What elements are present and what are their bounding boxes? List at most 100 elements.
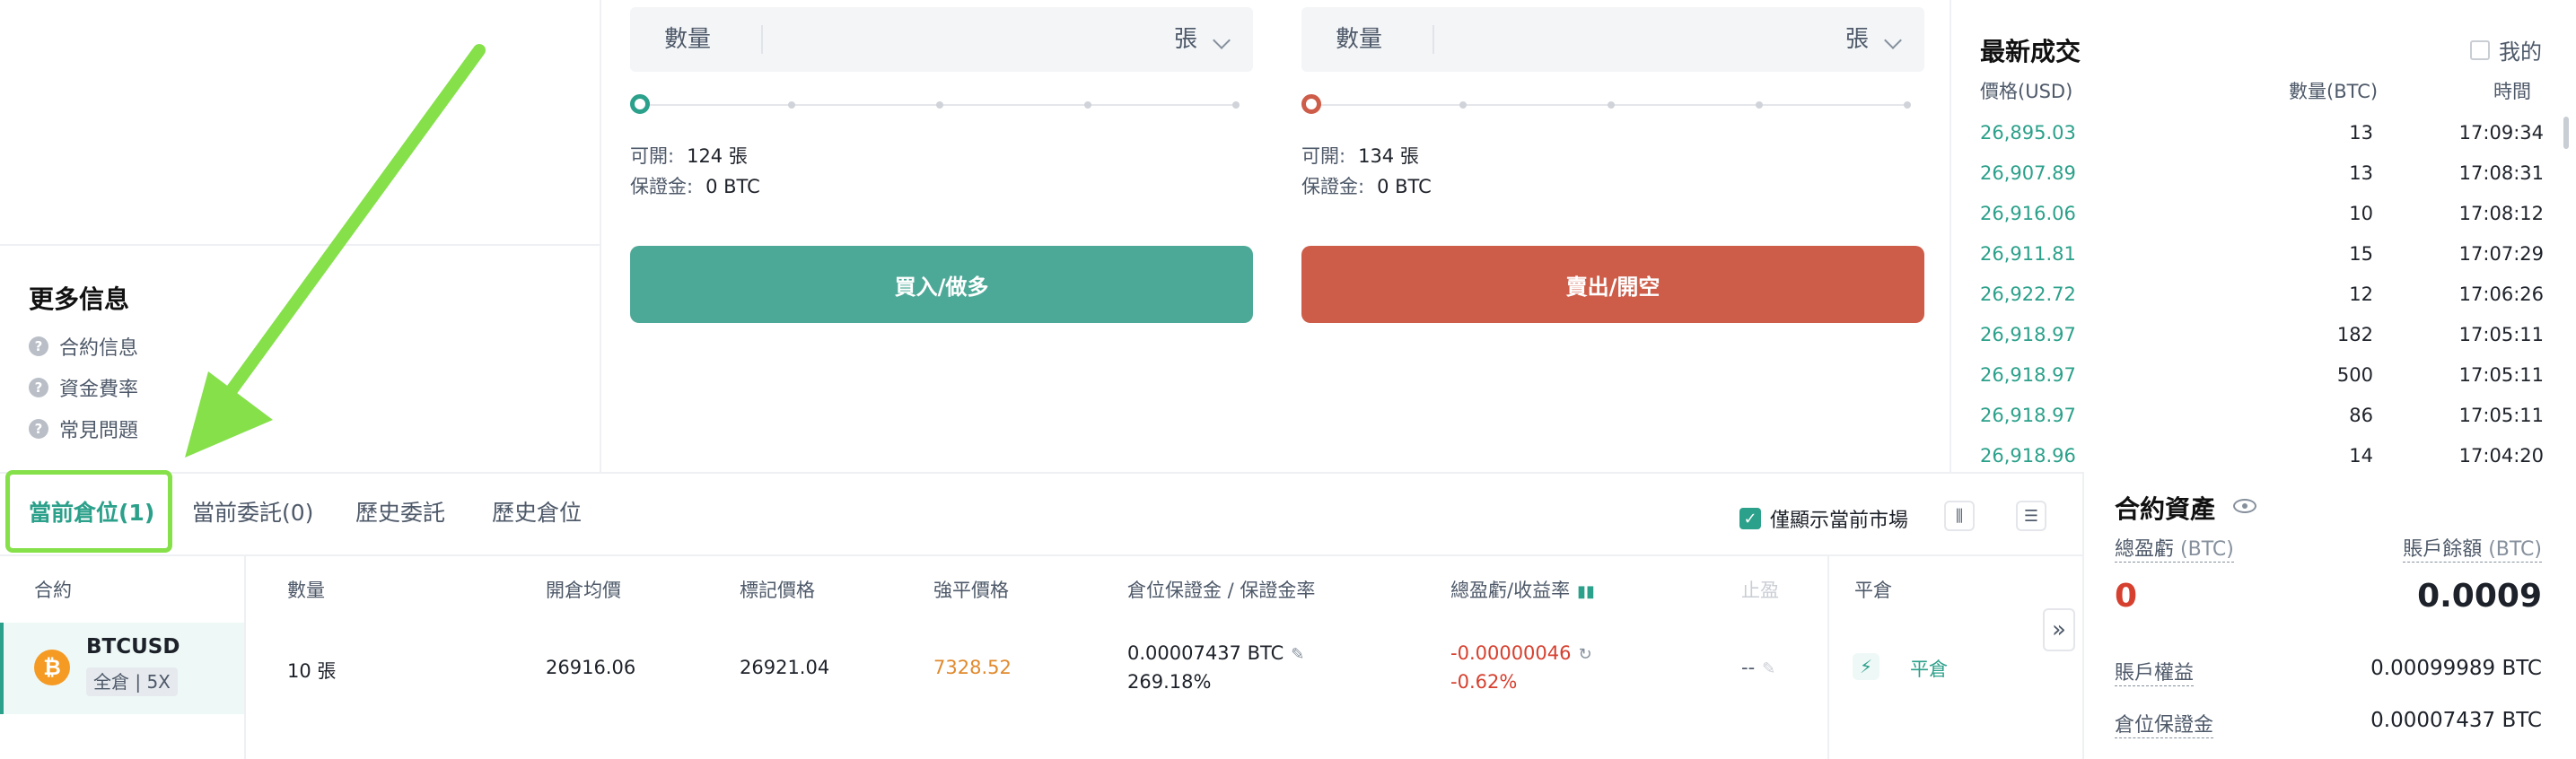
available-value: 134 張 [1358, 145, 1419, 167]
margin-mode-tag[interactable]: 全倉 | 5X [86, 667, 178, 696]
latest-trades-title: 最新成交 [1980, 37, 2081, 66]
col-contract: 合約 [34, 580, 72, 601]
slider-tick[interactable] [1904, 101, 1911, 109]
close-position-button[interactable]: 平倉 [1910, 655, 1948, 682]
divider [0, 554, 2082, 556]
sell-short-button[interactable]: 賣出/開空 [1301, 246, 1924, 323]
expand-columns-button[interactable]: » [2043, 608, 2075, 651]
account-equity-label: 賬戶權益 [2115, 657, 2195, 686]
bitcoin-icon: ₿ [34, 650, 70, 685]
annotation-highlight-box [5, 470, 172, 553]
trade-price: 26,922.72 [1980, 284, 2076, 305]
trade-price: 26,916.06 [1980, 203, 2076, 224]
tab-position-history[interactable]: 歷史倉位 [492, 472, 582, 554]
col-liq-price: 強平價格 [933, 580, 1009, 601]
link-label: 常見問題 [59, 420, 139, 442]
more-info-panel: 更多信息 ? 合約信息 ? 資金費率 ? 常見問題 [0, 246, 601, 474]
trade-qty: 15 [2349, 243, 2373, 265]
faq-link[interactable]: ? 常見問題 [29, 414, 138, 443]
position-symbol-cell[interactable]: ₿ BTCUSD 全倉 | 5X [0, 623, 244, 714]
trade-price: 26,895.03 [1980, 122, 2076, 144]
slider-handle[interactable] [630, 94, 650, 114]
trade-qty: 182 [2336, 324, 2373, 345]
edit-icon[interactable]: ✎ [1762, 659, 1775, 678]
trade-price: 26,918.96 [1980, 445, 2076, 467]
buy-leverage-slider[interactable] [630, 93, 1246, 117]
quantity-label: 數量 [1336, 26, 1383, 53]
check-icon[interactable]: ✓ [1739, 508, 1761, 529]
bar-chart-icon[interactable]: ▮▮ [1577, 582, 1595, 601]
unit-select[interactable]: 張 [1845, 7, 1869, 72]
label-text: 賬戶餘額 [2403, 538, 2483, 561]
position-margin-value: 0.00007437 BTC [2370, 709, 2542, 732]
eye-icon[interactable] [2233, 499, 2256, 513]
buy-long-button[interactable]: 買入/做多 [630, 246, 1253, 323]
contract-info-link[interactable]: ? 合約信息 [29, 332, 138, 361]
slider-tick[interactable] [936, 101, 943, 109]
trade-qty: 12 [2349, 284, 2373, 305]
trade-price: 26,918.97 [1980, 364, 2076, 386]
trade-row: 26,916.06 10 17:08:12 [1980, 194, 2544, 234]
slider-tick[interactable] [1232, 101, 1240, 109]
slider-handle[interactable] [1301, 94, 1321, 114]
chevron-down-icon[interactable] [1213, 31, 1231, 49]
checkbox-icon[interactable] [2470, 39, 2490, 60]
trade-time: 17:05:11 [2458, 364, 2544, 386]
position-pnl-rate: -0.62% [1450, 671, 1518, 693]
slider-tick[interactable] [1756, 101, 1763, 109]
edit-icon[interactable]: ✎ [1291, 645, 1304, 664]
trade-row: 26,922.72 12 17:06:26 [1980, 275, 2544, 315]
margin-value: 0.00007437 BTC [1127, 642, 1284, 664]
position-margin-rate: 269.18% [1127, 671, 1212, 693]
lightning-icon[interactable]: ⚡ [1853, 653, 1879, 680]
trade-price: 26,911.81 [1980, 243, 2076, 265]
col-pnl: 總盈虧/收益率 ▮▮ [1450, 576, 1595, 603]
column-settings-icon[interactable]: ⫼ [1944, 501, 1975, 531]
only-current-market-label: 僅顯示當前市場 [1770, 510, 1909, 532]
more-info-title: 更多信息 [29, 284, 130, 314]
total-pnl-label: 總盈虧 (BTC) [2115, 533, 2234, 563]
sell-leverage-slider[interactable] [1301, 93, 1917, 117]
tab-current-orders[interactable]: 當前委託(0) [192, 472, 313, 554]
divider [1950, 0, 1951, 474]
col-mark-price: 標記價格 [740, 580, 815, 601]
help-icon: ? [29, 336, 48, 356]
buy-quantity-input[interactable]: 數量 張 [630, 7, 1253, 72]
trade-time: 17:05:11 [2458, 324, 2544, 345]
buy-margin: 保證金: 0 BTC [630, 172, 760, 199]
divider [244, 556, 246, 759]
time-header: 時間 [2493, 81, 2531, 102]
trade-price: 26,918.97 [1980, 324, 2076, 345]
margin-label: 保證金: [630, 176, 694, 197]
available-value: 124 張 [687, 145, 748, 167]
mine-filter-checkbox[interactable]: 我的 [2470, 34, 2542, 65]
share-icon[interactable]: ↻ [1579, 645, 1592, 664]
sell-quantity-input[interactable]: 數量 張 [1301, 7, 1924, 72]
divider [1827, 556, 1829, 759]
trade-qty: 13 [2349, 162, 2373, 184]
sell-available: 可開: 134 張 [1301, 142, 1419, 169]
trade-time: 17:05:11 [2458, 405, 2544, 426]
scrollbar-thumb[interactable] [2563, 117, 2569, 149]
sell-margin: 保證金: 0 BTC [1301, 172, 1432, 199]
slider-tick[interactable] [1608, 101, 1615, 109]
active-row-indicator [0, 623, 4, 714]
document-icon[interactable]: ☰ [2016, 501, 2046, 531]
chevron-down-icon[interactable] [1884, 31, 1902, 49]
funding-rate-link[interactable]: ? 資金費率 [29, 373, 138, 402]
trade-row: 26,918.97 86 17:05:11 [1980, 396, 2544, 436]
margin-value: 0 BTC [705, 176, 760, 197]
available-label: 可開: [630, 145, 675, 167]
position-qty: 10 張 [287, 660, 337, 682]
slider-tick[interactable] [1459, 101, 1467, 109]
only-current-market-checkbox[interactable]: ✓ 僅顯示當前市場 [1739, 504, 1908, 533]
trade-qty: 86 [2349, 405, 2373, 426]
slider-tick[interactable] [1084, 101, 1091, 109]
trade-qty: 13 [2349, 122, 2373, 144]
trade-qty: 10 [2349, 203, 2373, 224]
trade-time: 17:06:26 [2458, 284, 2544, 305]
trade-time: 17:08:31 [2458, 162, 2544, 184]
slider-tick[interactable] [788, 101, 795, 109]
unit-select[interactable]: 張 [1174, 7, 1197, 72]
tab-order-history[interactable]: 歷史委託 [355, 472, 445, 554]
